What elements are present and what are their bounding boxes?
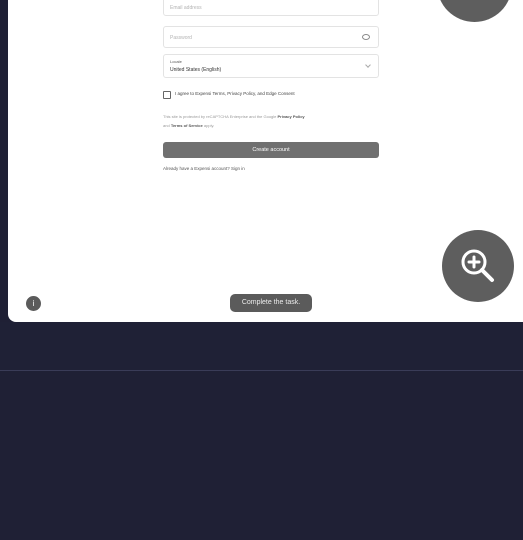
password-field[interactable]: Password xyxy=(163,26,379,48)
email-placeholder: Email address xyxy=(170,5,202,11)
locale-value: United States (English) xyxy=(170,67,222,73)
password-placeholder: Password xyxy=(170,35,192,41)
email-field[interactable]: Email address xyxy=(163,0,379,16)
locale-label: Locale xyxy=(170,59,182,64)
terms-of-service-link[interactable]: Terms of Service xyxy=(171,123,203,128)
create-account-button[interactable]: Create account xyxy=(163,142,379,158)
recaptcha-notice-text: This site is protected by reCAPTCHA Ente… xyxy=(163,114,277,119)
recaptcha-notice: This site is protected by reCAPTCHA Ente… xyxy=(163,112,379,130)
info-button[interactable]: i xyxy=(26,296,41,311)
locale-select[interactable]: Locale United States (English) xyxy=(163,54,379,78)
eye-icon[interactable] xyxy=(362,34,370,40)
privacy-policy-link[interactable]: Privacy Policy xyxy=(278,114,305,119)
notice-and: and xyxy=(163,123,170,128)
zoom-in-button[interactable] xyxy=(442,230,514,302)
task-label: Complete the task. xyxy=(230,294,312,312)
signin-link[interactable]: Already have a Expensi account? Sign in xyxy=(163,166,245,171)
chevron-down-icon xyxy=(365,62,371,68)
zoom-in-icon xyxy=(461,249,494,282)
terms-agree-text: I agree to Expensi Terms, Privacy Policy… xyxy=(175,91,295,96)
notice-apply: apply. xyxy=(203,123,215,128)
terms-agree-row: I agree to Expensi Terms, Privacy Policy… xyxy=(163,91,379,99)
background-divider xyxy=(0,370,523,371)
terms-checkbox[interactable] xyxy=(163,91,171,99)
background-band xyxy=(0,322,523,370)
